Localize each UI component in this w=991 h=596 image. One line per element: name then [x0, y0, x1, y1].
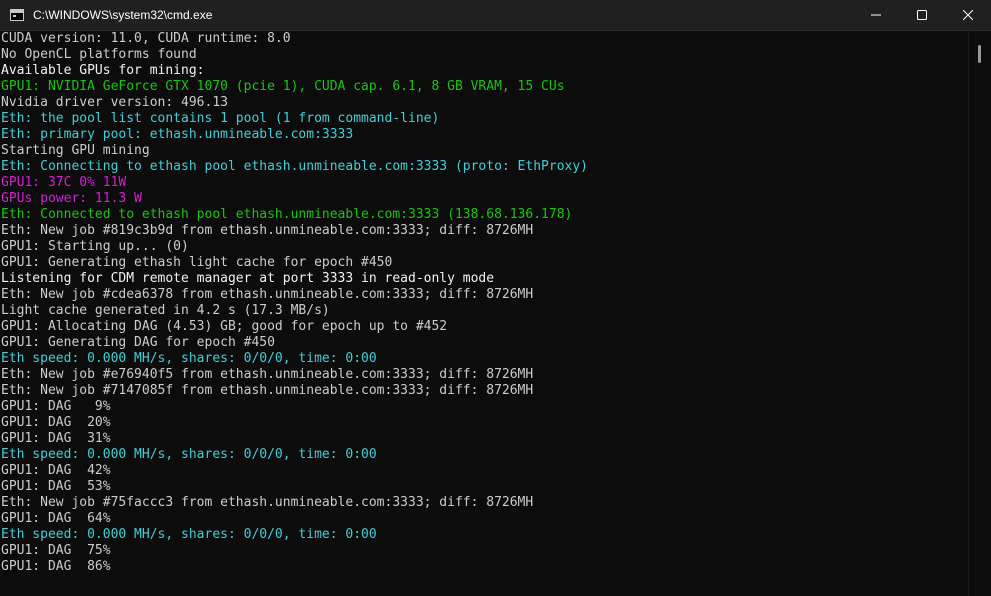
console-line: Eth: New job #cdea6378 from ethash.unmin…	[1, 287, 534, 302]
console-line: Eth: New job #e76940f5 from ethash.unmin…	[1, 367, 534, 382]
console-line: GPU1: DAG 42%	[1, 463, 111, 478]
console-line: GPU1: Allocating DAG (4.53) GB; good for…	[1, 319, 448, 334]
vertical-scrollbar[interactable]	[968, 31, 991, 596]
console-line: GPU1: Generating ethash light cache for …	[1, 255, 393, 270]
console-line: GPU1: DAG 86%	[1, 559, 111, 574]
console-line: Eth: the pool list contains 1 pool (1 fr…	[1, 111, 440, 126]
console-line: GPU1: Starting up... (0)	[1, 239, 189, 254]
console-line: Starting GPU mining	[1, 143, 150, 158]
console-line: GPU1: Generating DAG for epoch #450	[1, 335, 275, 350]
console-line: Eth: New job #7147085f from ethash.unmin…	[1, 383, 534, 398]
console-line: Eth speed: 0.000 MH/s, shares: 0/0/0, ti…	[1, 351, 377, 366]
console-line: Eth: Connecting to ethash pool ethash.un…	[1, 159, 588, 174]
console-line: GPU1: DAG 9%	[1, 399, 111, 414]
console-line: GPUs power: 11.3 W	[1, 191, 142, 206]
cmd-window: C:\WINDOWS\system32\cmd.exe CUDA version…	[0, 0, 991, 596]
console-line: Listening for CDM remote manager at port…	[1, 271, 495, 286]
window-title: C:\WINDOWS\system32\cmd.exe	[33, 8, 213, 22]
window-controls	[853, 0, 991, 30]
console-line: CUDA version: 11.0, CUDA runtime: 8.0	[1, 31, 291, 46]
title-bar[interactable]: C:\WINDOWS\system32\cmd.exe	[0, 0, 991, 31]
console-line: Nvidia driver version: 496.13	[1, 95, 228, 110]
console-line: Eth: New job #819c3b9d from ethash.unmin…	[1, 223, 534, 238]
console-line: GPU1: NVIDIA GeForce GTX 1070 (pcie 1), …	[1, 79, 565, 94]
close-icon	[963, 10, 973, 20]
console-line: GPU1: DAG 53%	[1, 479, 111, 494]
console-line: Eth: New job #75faccc3 from ethash.unmin…	[1, 495, 534, 510]
close-button[interactable]	[945, 0, 991, 30]
minimize-icon	[871, 14, 881, 16]
console-line: GPU1: DAG 75%	[1, 543, 111, 558]
console-line: Eth: primary pool: ethash.unmineable.com…	[1, 127, 354, 142]
console-line: GPU1: DAG 31%	[1, 431, 111, 446]
console-line: No OpenCL platforms found	[1, 47, 197, 62]
minimize-button[interactable]	[853, 0, 899, 30]
maximize-button[interactable]	[899, 0, 945, 30]
console-line: Eth speed: 0.000 MH/s, shares: 0/0/0, ti…	[1, 447, 377, 462]
console-output[interactable]: CUDA version: 11.0, CUDA runtime: 8.0 No …	[0, 31, 968, 596]
scrollbar-thumb[interactable]	[978, 45, 981, 63]
console-line: Eth speed: 0.000 MH/s, shares: 0/0/0, ti…	[1, 527, 377, 542]
cmd-icon[interactable]	[10, 9, 24, 21]
console-line: GPU1: DAG 64%	[1, 511, 111, 526]
maximize-icon	[917, 10, 927, 20]
console-line: Light cache generated in 4.2 s (17.3 MB/…	[1, 303, 330, 318]
console-line: Eth: Connected to ethash pool ethash.unm…	[1, 207, 573, 222]
console-line: Available GPUs for mining:	[1, 63, 205, 78]
console-line: GPU1: 37C 0% 11W	[1, 175, 127, 190]
console-line: GPU1: DAG 20%	[1, 415, 111, 430]
